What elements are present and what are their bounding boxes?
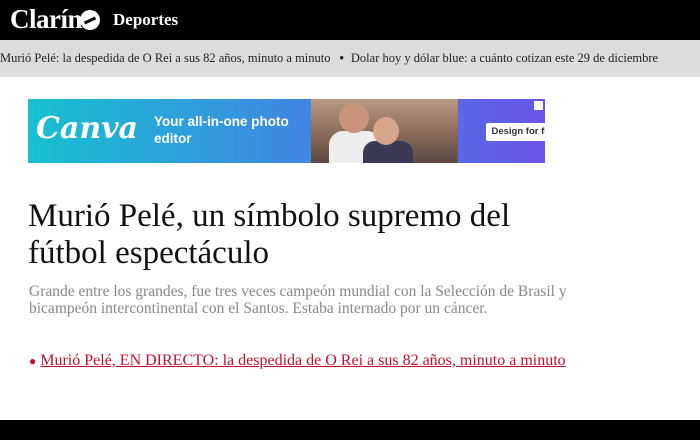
ad-photo <box>311 99 458 163</box>
article-summary: Grande entre los grandes, fue tres veces… <box>29 283 567 317</box>
site-header: Clarín Deportes <box>0 0 700 40</box>
ad-cta-button[interactable]: Design for free <box>486 123 545 141</box>
ticker-track: Murió Pelé: la despedida de O Rei a sus … <box>0 51 658 66</box>
ad-info-icon[interactable] <box>534 101 543 110</box>
live-dot-icon: ● <box>29 354 37 368</box>
ad-person-icon <box>373 117 399 145</box>
advertisement-banner[interactable]: Canva Your all-in-one photo editor Desig… <box>28 99 545 163</box>
ad-brand-logo: Canva <box>36 111 138 146</box>
ad-person-icon <box>339 103 369 133</box>
article-content: Canva Your all-in-one photo editor Desig… <box>0 77 700 420</box>
bullet-icon: • <box>339 51 344 65</box>
site-logo[interactable]: Clarín <box>10 4 83 35</box>
ad-tagline: Your all-in-one photo editor <box>154 114 289 146</box>
article-headline[interactable]: Murió Pelé, un símbolo supremo del fútbo… <box>28 198 588 272</box>
news-ticker: Murió Pelé: la despedida de O Rei a sus … <box>0 40 700 77</box>
section-label[interactable]: Deportes <box>113 10 178 30</box>
ticker-item[interactable]: Dolar hoy y dólar blue: a cuánto cotizan… <box>351 51 658 65</box>
live-coverage-link: ● Murió Pelé, EN DIRECTO: la despedida de… <box>29 351 569 371</box>
live-coverage-anchor[interactable]: Murió Pelé, EN DIRECTO: la despedida de … <box>40 352 565 369</box>
logo-mark-icon[interactable] <box>80 10 100 30</box>
ticker-item[interactable]: Murió Pelé: la despedida de O Rei a sus … <box>0 51 331 65</box>
